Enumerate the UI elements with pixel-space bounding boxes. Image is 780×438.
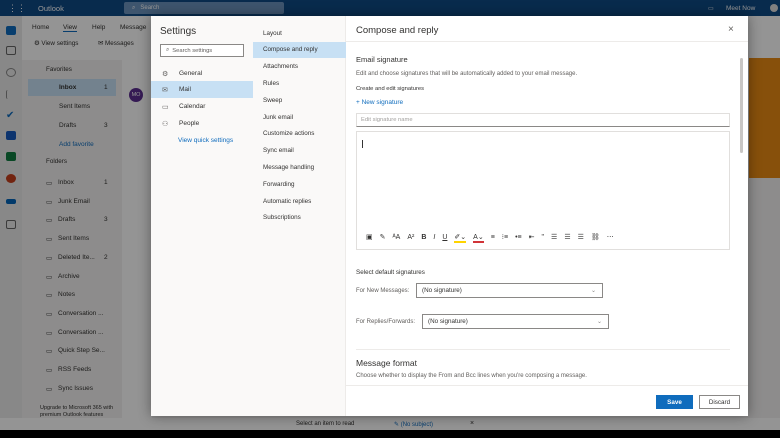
close-icon[interactable]: × [728,24,734,35]
mail-section-item[interactable]: Layout [253,25,346,41]
default-signatures-heading: Select default signatures [356,269,425,276]
superscript-icon[interactable]: A² [407,234,414,241]
mail-section-item[interactable]: Attachments [253,59,346,75]
format-painter-icon[interactable]: ✎ [380,233,386,241]
category-label: Mail [179,86,191,93]
new-messages-label: For New Messages: [356,288,410,294]
new-signature-button[interactable]: + New signature [356,99,403,106]
message-format-heading: Message format [356,358,417,368]
replies-signature-dropdown[interactable]: (No signature) ⌄ [422,314,609,329]
category-calendar[interactable]: ▭ Calendar [151,98,253,115]
new-signature-label: New signature [361,99,404,106]
scrollbar[interactable] [740,58,743,153]
search-icon: ⌕ [166,47,170,53]
discard-label: Discard [708,398,731,406]
mail-section-item[interactable]: Rules [253,75,346,91]
mail-section-item[interactable]: Sweep [253,92,346,108]
settings-title: Settings [160,26,197,37]
category-label: People [179,120,200,127]
mail-sections: Layout Compose and reply Attachments Rules S… [253,16,346,416]
signature-description: Edit and choose signatures that will be … [356,71,578,77]
link-icon[interactable]: ⛓ [591,233,600,241]
save-label: Save [667,398,682,406]
align-center-icon[interactable]: ☰ [564,233,570,241]
category-people[interactable]: ⚇ People [151,115,253,132]
underline-icon[interactable]: U [442,234,447,241]
bullet-list-icon[interactable]: •≡ [515,234,522,241]
category-mail[interactable]: ✉ Mail [151,81,253,98]
category-label: General [179,70,203,77]
new-messages-signature-dropdown[interactable]: (No signature) ⌄ [416,283,603,298]
chevron-down-icon: ⌄ [590,288,596,294]
mail-section-item[interactable]: Forwarding [253,176,346,192]
mail-section-item[interactable]: Subscriptions [253,210,346,226]
category-label: Calendar [179,103,206,110]
mail-section-item[interactable]: Sync email [253,143,346,159]
dropdown-value: (No signature) [422,287,462,294]
mail-section-item[interactable]: Message handling [253,159,346,175]
name-placeholder: Edit signature name [361,117,413,123]
discard-button[interactable]: Discard [699,395,740,409]
font-size-icon[interactable]: ᴬA [393,234,401,241]
numbered-list-icon[interactable]: ⁝≡ [502,233,508,241]
create-signatures-label: Create and edit signatures [356,86,424,92]
format-toolbar: ▣ ✎ ᴬA A² B I U ✐⌄ A⌄ ≡ ⁝≡ •≡ ⇤ " ☰ ☰ ☰ ⛓ ⋯ [366,233,621,243]
more-icon[interactable]: ⋯ [607,233,614,241]
align-right-icon[interactable]: ☰ [578,233,584,241]
strikethrough-icon[interactable]: ≡ [491,234,495,241]
settings-dialog: Settings ⌕ Search settings ⚙ General ✉ Mail… [151,16,748,416]
people-icon: ⚇ [162,120,169,128]
insert-image-icon[interactable]: ▣ [366,233,373,241]
outdent-icon[interactable]: ⇤ [529,233,535,241]
mail-section-item[interactable]: Compose and reply [253,41,346,58]
settings-search-input[interactable]: ⌕ Search settings [160,44,244,57]
quote-icon[interactable]: " [542,234,545,241]
message-format-description: Choose whether to display the From and B… [356,373,587,379]
mail-section-item[interactable]: Customize actions [253,126,346,142]
calendar-icon: ▭ [162,103,169,111]
email-signature-heading: Email signature [356,55,408,64]
italic-icon[interactable]: I [433,234,435,241]
signature-name-input[interactable]: Edit signature name [356,113,730,127]
signature-editor[interactable]: ▣ ✎ ᴬA A² B I U ✐⌄ A⌄ ≡ ⁝≡ •≡ ⇤ " ☰ ☰ ☰ ⛓ ⋯ [356,131,730,250]
mail-icon: ✉ [162,86,168,94]
replies-label: For Replies/Forwards: [356,319,416,325]
settings-categories: Settings ⌕ Search settings ⚙ General ✉ Mail… [151,16,253,416]
header-divider [346,41,748,42]
compose-reply-pane: Compose and reply × Email signature Edit… [346,16,748,416]
font-color-icon[interactable]: A⌄ [473,233,484,243]
align-left-icon[interactable]: ☰ [551,233,557,241]
text-cursor [362,140,363,148]
highlight-icon[interactable]: ✐⌄ [454,233,467,243]
chevron-down-icon: ⌄ [596,319,602,325]
mail-section-item[interactable]: Junk email [253,109,346,125]
save-button[interactable]: Save [656,395,693,409]
section-divider [356,349,730,350]
footer-divider [346,385,748,386]
mail-section-item[interactable]: Automatic replies [253,193,346,209]
bold-icon[interactable]: B [421,234,426,241]
category-general[interactable]: ⚙ General [151,65,253,82]
pane-title: Compose and reply [356,25,439,36]
view-quick-settings-link[interactable]: View quick settings [178,137,233,144]
gear-icon: ⚙ [162,70,169,78]
dropdown-value: (No signature) [428,318,468,325]
search-placeholder: Search settings [172,47,213,54]
